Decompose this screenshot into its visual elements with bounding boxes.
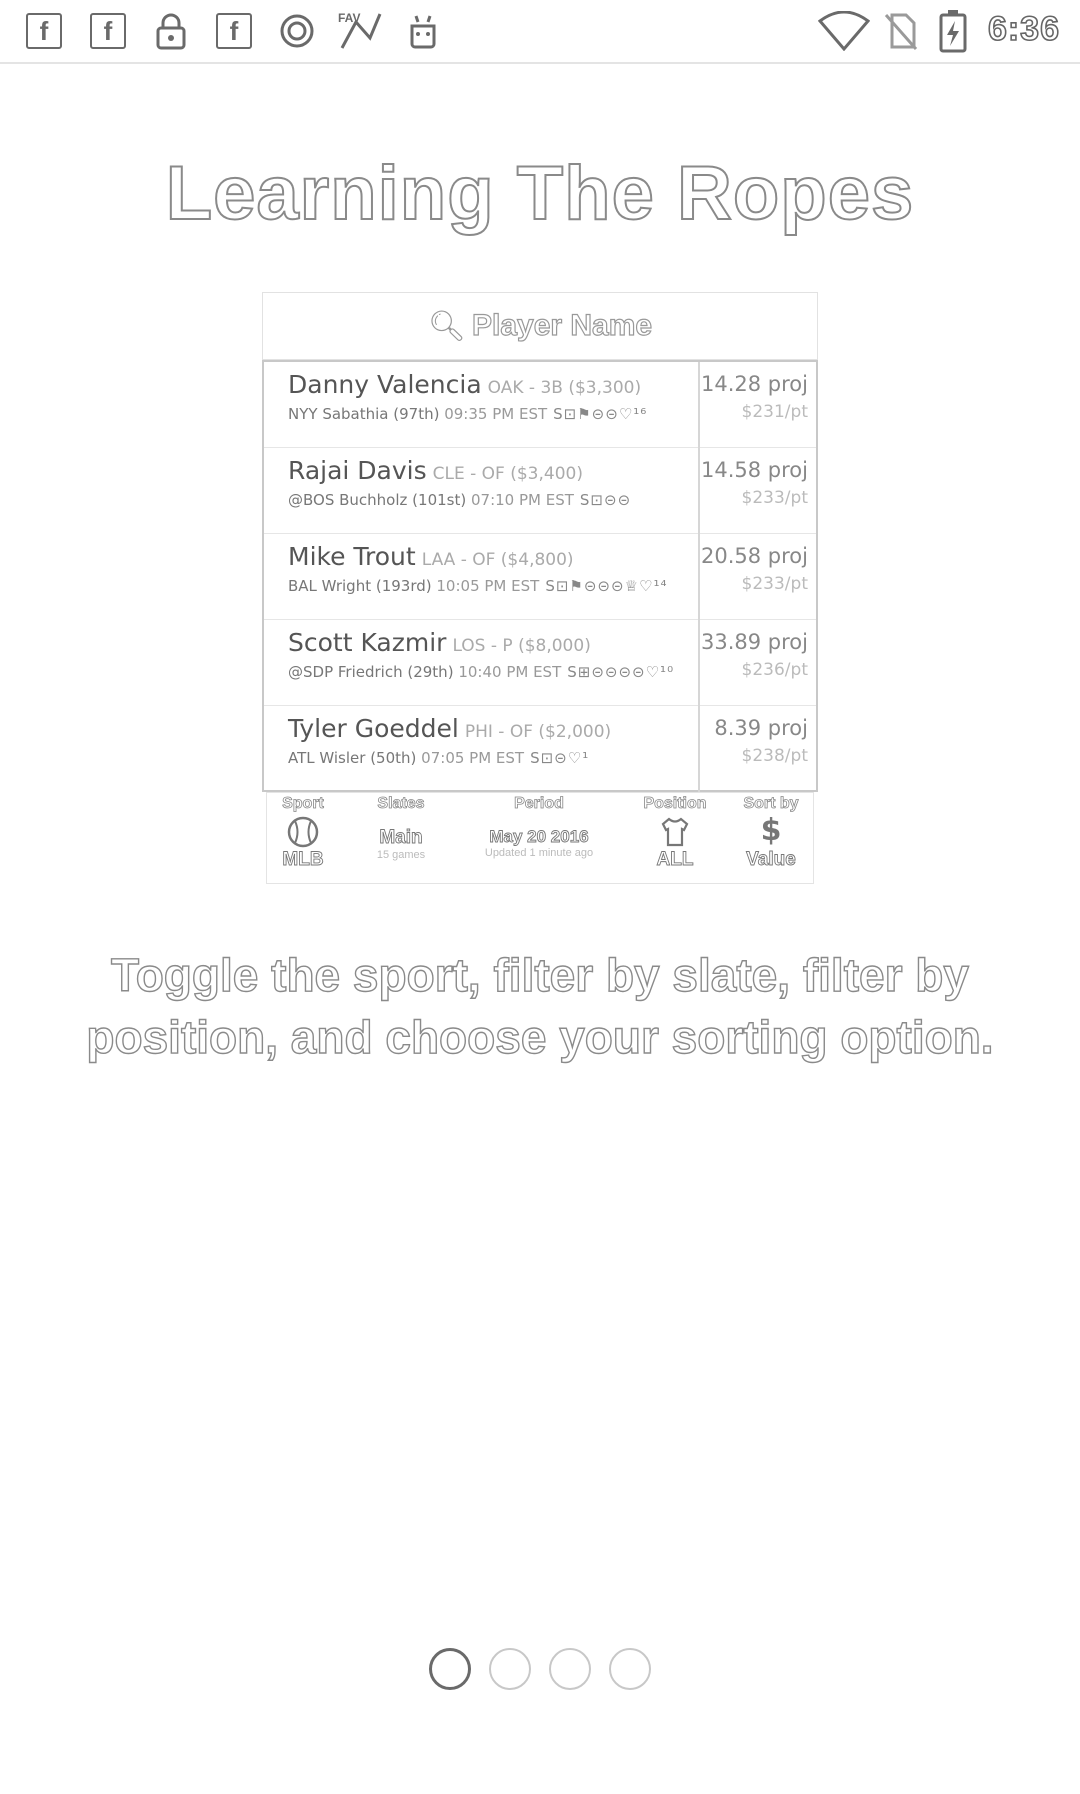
filter-sport-header: Sport: [282, 795, 325, 813]
filter-slates: Slates Main 15 games: [357, 795, 445, 861]
game-time: 09:35 PM EST: [444, 405, 548, 423]
player-row: Rajai Davis CLE - OF ($3,400) @BOS Buchho…: [264, 448, 816, 534]
page-dot-2[interactable]: [489, 1648, 531, 1690]
player-stat-icons: S⊞⊝⊝⊝⊝♡¹⁰: [567, 663, 675, 681]
player-stat-icons: S⊡⊝⊝: [579, 491, 632, 509]
projection: 14.28 proj: [701, 372, 808, 396]
page-dot-3[interactable]: [549, 1648, 591, 1690]
clock: 6:36: [987, 9, 1060, 49]
player-stat-icons: S⊡⚑⊝⊝⊝♕♡¹⁴: [545, 577, 668, 595]
player-opponent: ATL Wisler (50th): [288, 749, 417, 767]
filter-sortby: Sort by $ Value: [733, 795, 809, 871]
filter-position-header: Position: [643, 795, 707, 813]
jersey-icon: [637, 813, 713, 849]
price-per-point: $233/pt: [741, 488, 808, 508]
game-time: 07:10 PM EST: [470, 491, 574, 509]
facebook-icon: f: [90, 12, 126, 50]
filter-period-header: Period: [514, 795, 565, 813]
player-meta: LOS - P ($8,000): [452, 636, 591, 656]
player-name: Rajai Davis: [288, 456, 427, 485]
player-opponent: BAL Wright (193rd): [288, 577, 432, 595]
player-name: Mike Trout: [288, 542, 416, 571]
battery-charging-icon: [938, 10, 968, 53]
player-name: Tyler Goeddel: [288, 714, 459, 743]
game-time: 10:40 PM EST: [458, 663, 562, 681]
record-icon: [278, 12, 316, 50]
price-per-point: $236/pt: [741, 660, 808, 680]
player-opponent: NYY Sabathia (97th): [288, 405, 440, 423]
player-list: Danny Valencia OAK - 3B ($3,300) NYY Saba…: [262, 360, 818, 792]
player-opponent: @BOS Buchholz (101st): [288, 491, 467, 509]
filter-sortby-header: Sort by: [743, 795, 799, 813]
filter-period-value: May 20 2016: [489, 827, 589, 847]
svg-text:FAV: FAV: [338, 11, 360, 25]
player-name: Scott Kazmir: [288, 628, 447, 657]
filter-slates-value: Main: [379, 827, 423, 849]
filter-sortby-value: Value: [746, 849, 797, 871]
game-time: 10:05 PM EST: [436, 577, 540, 595]
lock-icon: [154, 12, 188, 50]
player-row: Tyler Goeddel PHI - OF ($2,000) ATL Wisle…: [264, 706, 816, 792]
tutorial-description: Toggle the sport, filter by slate, filte…: [86, 948, 995, 1063]
filter-slates-sub: 15 games: [376, 849, 426, 861]
android-icon: [404, 12, 442, 50]
feature-preview-image: 🔍︎ Player Name Danny Valencia OAK - 3B ($…: [262, 292, 818, 884]
player-meta: LAA - OF ($4,800): [421, 550, 574, 570]
status-bar: f f f FAV 6:36: [0, 0, 1080, 64]
player-name: Danny Valencia: [288, 370, 482, 399]
fantasy-app-icon: FAV: [336, 11, 384, 50]
player-row: Danny Valencia OAK - 3B ($3,300) NYY Saba…: [264, 362, 816, 448]
projection: 20.58 proj: [701, 544, 808, 568]
player-meta: PHI - OF ($2,000): [464, 722, 612, 742]
filter-sport-value: MLB: [282, 849, 324, 871]
page-dot-1[interactable]: [429, 1648, 471, 1690]
price-per-point: $233/pt: [741, 574, 808, 594]
search-placeholder: Player Name: [471, 308, 653, 342]
player-opponent: @SDP Friedrich (29th): [288, 663, 454, 681]
filter-sport: Sport MLB: [271, 795, 335, 871]
no-sim-icon: [882, 12, 920, 50]
search-bar-preview: 🔍︎ Player Name: [262, 292, 818, 360]
baseball-icon: [271, 813, 335, 849]
filter-position-value: ALL: [656, 849, 694, 871]
filter-period: Period May 20 2016 Updated 1 minute ago: [463, 795, 615, 859]
tutorial-screen: f f f FAV 6:36 Learning The Ropes 🔍︎ Pla…: [0, 0, 1080, 1794]
filter-period-sub: Updated 1 minute ago: [484, 847, 594, 859]
dollar-icon: $: [760, 813, 782, 848]
price-per-point: $238/pt: [741, 746, 808, 766]
facebook-icon: f: [26, 12, 62, 50]
projection: 33.89 proj: [701, 630, 808, 654]
filter-bar-preview: Sport MLB Slates Main 15 games Period Ma…: [266, 792, 814, 884]
projection: 14.58 proj: [701, 458, 808, 482]
player-meta: CLE - OF ($3,400): [432, 464, 583, 484]
page-title: Learning The Ropes: [165, 150, 915, 237]
page-dot-4[interactable]: [609, 1648, 651, 1690]
page-indicator: [0, 1648, 1080, 1690]
player-stat-icons: S⊡⊝♡¹: [530, 749, 590, 767]
player-row: Scott Kazmir LOS - P ($8,000) @SDP Friedr…: [264, 620, 816, 706]
player-meta: OAK - 3B ($3,300): [487, 378, 642, 398]
facebook-icon: f: [216, 12, 252, 50]
projection: 8.39 proj: [714, 716, 808, 740]
search-icon: 🔍︎: [427, 308, 466, 344]
game-time: 07:05 PM EST: [421, 749, 525, 767]
player-stat-icons: S⊡⚑⊝⊝♡¹⁶: [553, 405, 648, 423]
filter-slates-header: Slates: [377, 795, 425, 813]
player-row: Mike Trout LAA - OF ($4,800) BAL Wright (…: [264, 534, 816, 620]
filter-position: Position ALL: [637, 795, 713, 871]
wifi-icon: [818, 11, 870, 51]
price-per-point: $231/pt: [741, 402, 808, 422]
